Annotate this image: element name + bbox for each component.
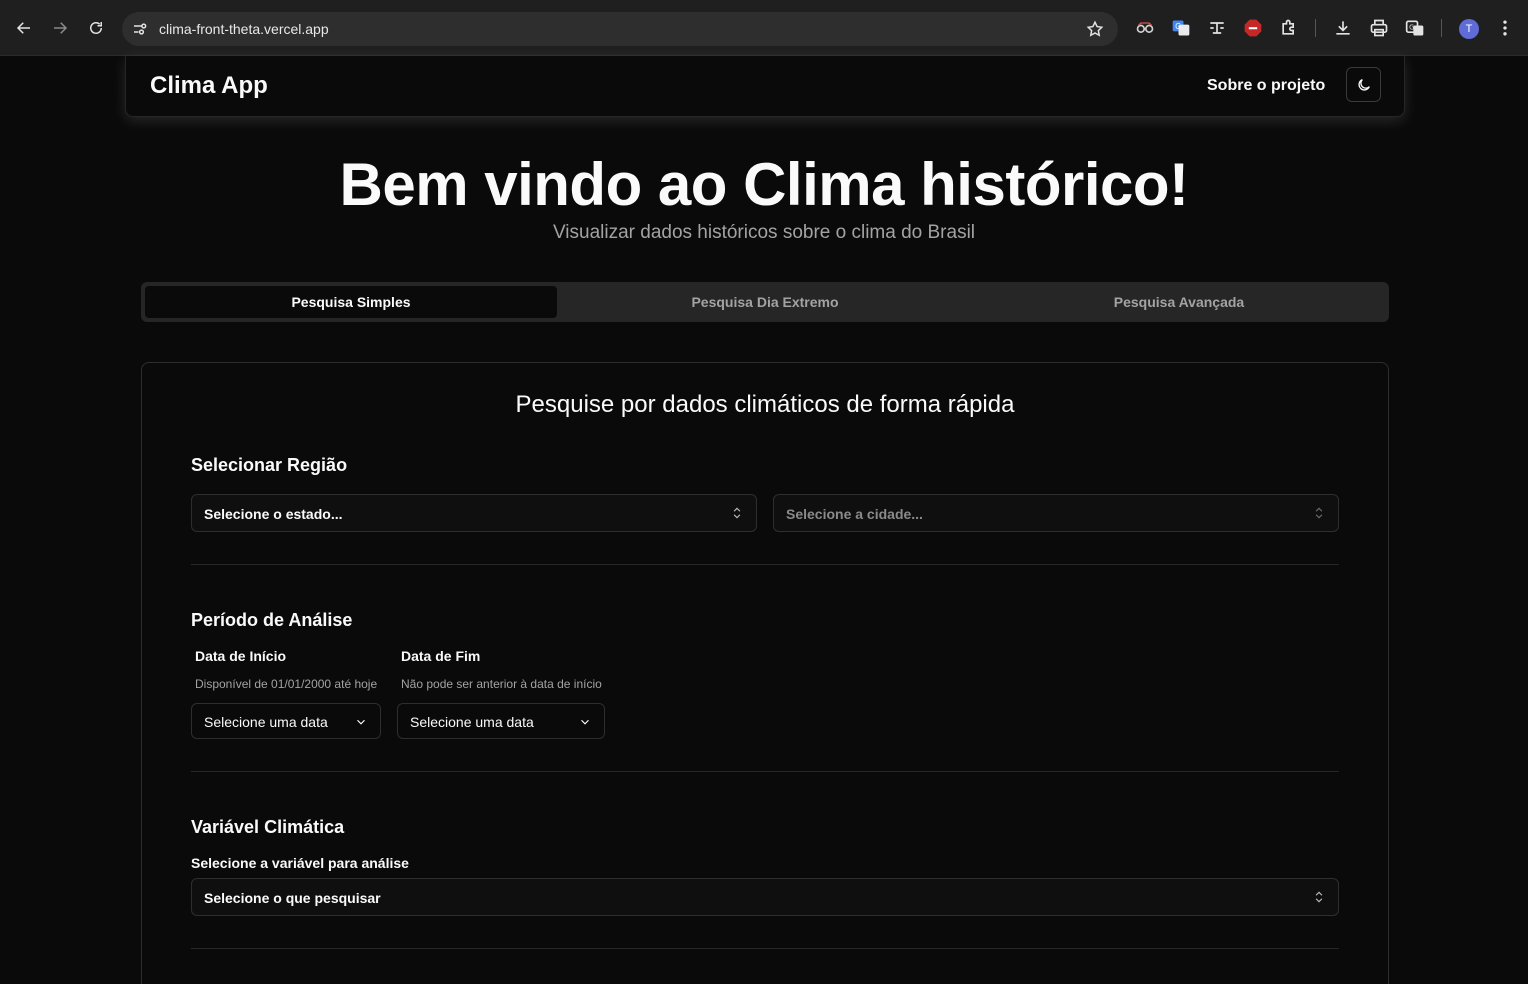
download-icon[interactable] — [1332, 17, 1354, 39]
end-date-value: Selecione uma data — [410, 714, 534, 730]
tab-simple-search[interactable]: Pesquisa Simples — [145, 286, 557, 318]
url-text[interactable]: clima-front-theta.vercel.app — [159, 21, 329, 37]
variable-select-value: Selecione o que pesquisar — [204, 890, 381, 906]
state-select[interactable]: Selecione o estado... — [191, 494, 757, 532]
about-project-link[interactable]: Sobre o projeto — [1207, 77, 1325, 95]
chevron-down-icon — [581, 719, 589, 725]
variable-label: Selecione a variável para análise — [191, 855, 409, 871]
variable-select[interactable]: Selecione o que pesquisar — [191, 878, 1339, 916]
tab-extreme-day-search[interactable]: Pesquisa Dia Extremo — [559, 286, 971, 318]
search-tabs: Pesquisa Simples Pesquisa Dia Extremo Pe… — [141, 282, 1389, 322]
toolbar-separator — [1315, 19, 1316, 37]
translate-page-icon[interactable]: G — [1404, 17, 1426, 39]
extensions-puzzle-icon[interactable] — [1278, 17, 1300, 39]
brand-logo[interactable]: Clima App — [150, 72, 268, 100]
forward-icon[interactable] — [45, 13, 75, 43]
end-date-label: Data de Fim — [401, 648, 481, 664]
city-select[interactable]: Selecione a cidade... — [773, 494, 1339, 532]
section-divider — [191, 771, 1339, 772]
simple-search-card: Pesquise por dados climáticos de forma r… — [141, 362, 1389, 984]
variable-section-title: Variável Climática — [191, 817, 345, 837]
page-subtitle: Visualizar dados históricos sobre o clim… — [552, 222, 976, 243]
reload-icon[interactable] — [81, 13, 111, 43]
address-bar[interactable]: clima-front-theta.vercel.app — [122, 12, 1118, 46]
end-date-hint: Não pode ser anterior à data de início — [401, 677, 602, 691]
tab-advanced-search[interactable]: Pesquisa Avançada — [973, 286, 1385, 318]
adblock-icon[interactable] — [1242, 17, 1264, 39]
browser-toolbar: clima-front-theta.vercel.app G G T — [0, 0, 1528, 56]
chevrons-up-down-icon — [1315, 891, 1323, 903]
bookmark-star-icon[interactable] — [1086, 20, 1104, 38]
section-divider — [191, 948, 1339, 949]
theme-toggle-button[interactable] — [1346, 67, 1381, 102]
profile-avatar[interactable]: T — [1459, 19, 1479, 39]
chevron-down-icon — [357, 719, 365, 725]
region-section-title: Selecionar Região — [191, 455, 348, 475]
city-select-value: Selecione a cidade... — [786, 506, 923, 522]
toolbar-separator — [1441, 19, 1442, 37]
start-date-value: Selecione uma data — [204, 714, 328, 730]
section-divider — [191, 564, 1339, 565]
site-info-icon[interactable] — [131, 20, 149, 38]
google-translate-icon[interactable]: G — [1170, 17, 1192, 39]
state-select-value: Selecione o estado... — [204, 506, 343, 522]
start-date-label: Data de Início — [195, 648, 287, 664]
start-date-hint: Disponível de 01/01/2000 até hoje — [195, 677, 378, 691]
text-tool-icon[interactable] — [1206, 17, 1228, 39]
app-header: Clima App Sobre o projeto — [125, 56, 1405, 117]
period-section-title: Período de Análise — [191, 610, 353, 630]
moon-icon — [1357, 78, 1370, 91]
start-date-picker[interactable]: Selecione uma data — [191, 703, 381, 739]
more-menu-icon[interactable] — [1494, 17, 1516, 39]
card-title: Pesquise por dados climáticos de forma r… — [515, 391, 1015, 418]
svg-text:G: G — [1175, 22, 1181, 31]
chevrons-up-down-icon — [733, 507, 741, 519]
extension-glasses-icon[interactable] — [1134, 17, 1156, 39]
end-date-picker[interactable]: Selecione uma data — [397, 703, 605, 739]
back-icon[interactable] — [9, 13, 39, 43]
print-icon[interactable] — [1368, 17, 1390, 39]
chevrons-up-down-icon — [1315, 507, 1323, 519]
svg-text:G: G — [1409, 24, 1414, 32]
page-title: Bem vindo ao Clima histórico! — [339, 151, 1189, 218]
